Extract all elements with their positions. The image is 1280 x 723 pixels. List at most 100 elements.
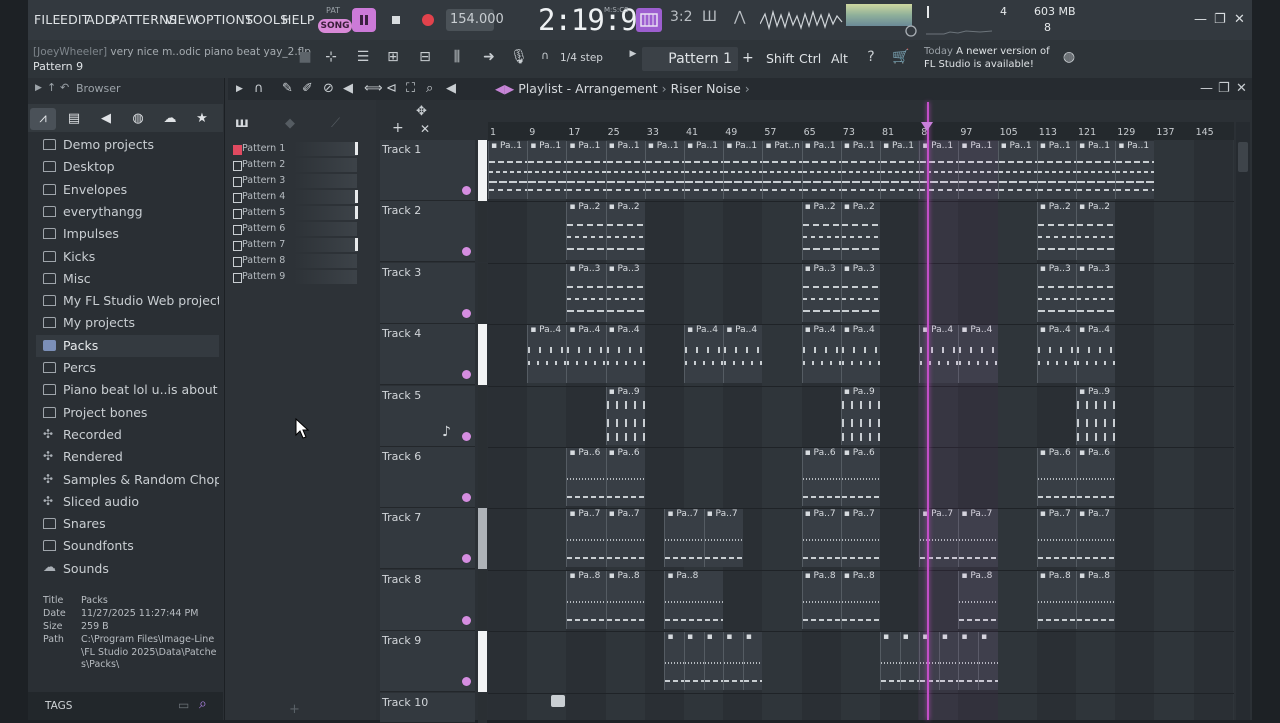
pattern-clip[interactable]: ▪ Pa..1 (1076, 141, 1116, 199)
browser-item[interactable]: ☁ Sounds (36, 558, 219, 580)
track-header[interactable]: Track 1 (380, 140, 475, 201)
channel-rack-icon[interactable]: ⊞ (382, 49, 404, 69)
alt-key[interactable]: Alt (831, 51, 848, 66)
pattern-clip[interactable]: ▪ Pa..3 (1036, 263, 1076, 322)
pattern-clip[interactable]: ▪ Pa..8 (840, 570, 880, 629)
track-mute-led[interactable] (462, 247, 471, 257)
browser-item[interactable]: Piano beat lol u..is about to die (36, 379, 219, 401)
folder-small-icon[interactable]: ▭ (178, 698, 189, 712)
pattern-clip[interactable]: ▪ Pa..8 (605, 570, 645, 629)
pattern-clip[interactable]: ▪ (684, 632, 704, 691)
pattern-clip[interactable]: ▪ Pa..6 (566, 448, 606, 506)
pattern-clip[interactable]: ▪ Pa..2 (840, 202, 880, 261)
track-header[interactable]: Track 10 (380, 692, 475, 723)
online-tab-icon[interactable]: ◍ (125, 108, 151, 130)
slice-icon[interactable]: ⊲ (386, 81, 397, 96)
pattern-clip[interactable]: ▪ Pa..4 (527, 325, 567, 384)
pattern-clip[interactable]: ▪ (703, 632, 724, 691)
pattern-clip[interactable]: ▪ (742, 632, 763, 691)
browser-item[interactable]: everythangg (36, 201, 219, 223)
favorites-tab-icon[interactable]: ★ (189, 108, 215, 130)
pattern-clip[interactable]: ▪ (723, 632, 743, 691)
pattern-clip[interactable]: ▪ Pa..7 (566, 509, 606, 568)
track-color-strip[interactable] (478, 631, 487, 693)
track-header[interactable]: Track 5 ♪ (380, 385, 475, 447)
browser-item[interactable]: ✣ Recorded (36, 424, 219, 446)
pattern-clip[interactable]: ▪ Pa..4 (840, 325, 880, 384)
pattern-clip[interactable]: ▪ Pa..1 (527, 141, 567, 199)
project-tab-icon[interactable]: ▤ (61, 108, 87, 130)
pattern-clip[interactable]: ▪ Pa..4 (605, 325, 645, 384)
pattern-clip[interactable]: ▪ Pa..8 (801, 570, 841, 629)
pattern-clip[interactable]: ▪ Pa..1 (605, 141, 645, 199)
track-color-strip[interactable] (478, 324, 487, 386)
pattern-clip[interactable]: ▪ Pa..1 (644, 141, 684, 199)
pencil-icon[interactable]: ✎ (282, 81, 293, 96)
pattern-clip[interactable]: ▪ Pa..4 (1036, 325, 1076, 384)
playhead[interactable] (927, 102, 929, 720)
close-icon[interactable]: ✕ (1234, 12, 1245, 27)
browser-item[interactable]: ✣ Samples & Random Chops (36, 469, 219, 491)
pattern-clip[interactable]: ▪ Pat..n (762, 141, 802, 199)
all-files-tab-icon[interactable]: ⩘ (30, 108, 56, 130)
playlist-menu-arrow-icon[interactable]: ▶ (236, 84, 243, 94)
pattern-clip[interactable]: ▪ Pa..3 (566, 263, 606, 322)
browser-item[interactable]: Envelopes (36, 179, 219, 201)
up-icon[interactable]: ↑ (47, 81, 56, 94)
browser-item[interactable]: Project bones (36, 402, 219, 424)
globe-icon[interactable]: ◍ (1058, 49, 1080, 69)
browser-arrow-icon[interactable]: ➜ (478, 49, 500, 69)
playlist-current-pattern[interactable]: Riser Noise (671, 81, 741, 96)
snap-select[interactable]: 1/4 step (560, 52, 603, 64)
pattern-clip[interactable]: ▪ Pa..9 (605, 386, 645, 445)
browser-item[interactable]: Misc (36, 268, 219, 290)
shift-key[interactable]: Shift (766, 51, 794, 66)
pattern-clip[interactable]: ▪ Pa..3 (1076, 263, 1116, 322)
scroll-thumb[interactable] (1238, 142, 1248, 172)
pattern-clip[interactable]: ▪ Pa..1 (801, 141, 841, 199)
track-color-strip[interactable] (478, 201, 487, 263)
pattern-clip[interactable]: ▪ Pa..2 (1036, 202, 1076, 261)
pattern-clip[interactable]: ▪ Pa..1 (566, 141, 606, 199)
track-mute-led[interactable] (462, 677, 471, 687)
lock-icon[interactable]: ■ (294, 49, 316, 69)
menu-add[interactable]: ADD (86, 12, 114, 27)
pattern-clip[interactable]: ▪ Pa..6 (1076, 448, 1116, 506)
pattern-clip[interactable]: ▪ Pa..1 (723, 141, 763, 199)
browser-item[interactable]: Snares (36, 513, 219, 535)
pattern-clip[interactable]: ▪ Pa..8 (1076, 570, 1116, 629)
track-header[interactable]: Track 7 (380, 508, 475, 570)
slip-icon[interactable]: ⟺ (364, 81, 383, 96)
pattern-clip[interactable]: ▪ Pa..1 (880, 141, 920, 199)
track-header[interactable]: Track 3 (380, 262, 475, 324)
play-pause-button[interactable] (352, 8, 376, 32)
master-pitch-knob-icon[interactable] (904, 24, 918, 38)
mute-icon[interactable]: ◀ (343, 81, 353, 96)
pattern-clip[interactable]: ▪ Pa..6 (1036, 448, 1076, 506)
pattern-clip[interactable]: ▪ Pa..4 (723, 325, 763, 384)
track-color-strip[interactable] (478, 569, 487, 631)
track-header[interactable]: Track 4 (380, 324, 475, 386)
browser-item[interactable]: Demo projects (36, 134, 219, 156)
track-color-strip[interactable] (478, 447, 487, 508)
pattern-clip[interactable]: ▪ Pa..4 (801, 325, 841, 384)
pattern-clip[interactable]: ▪ Pa..2 (1076, 202, 1116, 261)
add-track-icon[interactable]: + (392, 120, 404, 136)
back-icon[interactable]: ↶ (60, 81, 69, 94)
pattern-clip[interactable]: ▪ Pa..7 (1076, 509, 1116, 568)
track-header[interactable]: Track 6 (380, 447, 475, 508)
browser-item[interactable]: Soundfonts (36, 535, 219, 557)
zoom-icon[interactable]: ⌕ (426, 81, 433, 96)
pattern-clip[interactable]: ▪ Pa..4 (1076, 325, 1116, 384)
pattern-clip[interactable]: ▪ Pa..7 (605, 509, 645, 568)
track-mute-led[interactable] (462, 431, 471, 441)
pattern-clip[interactable]: ▪ Pa..7 (840, 509, 880, 568)
pattern-clip[interactable]: ▪ Pa..2 (566, 202, 606, 261)
track-color-strip[interactable] (478, 262, 487, 324)
menu-view[interactable]: VIEW (165, 12, 198, 27)
track-mute-led[interactable] (462, 308, 471, 318)
browser-item[interactable]: Packs (36, 334, 219, 357)
pattern-clip[interactable]: ▪ Pa..6 (840, 448, 880, 506)
pattern-clip[interactable]: ▪ Pa..3 (801, 263, 841, 322)
pattern-clip[interactable]: ▪ Pa..2 (605, 202, 645, 261)
